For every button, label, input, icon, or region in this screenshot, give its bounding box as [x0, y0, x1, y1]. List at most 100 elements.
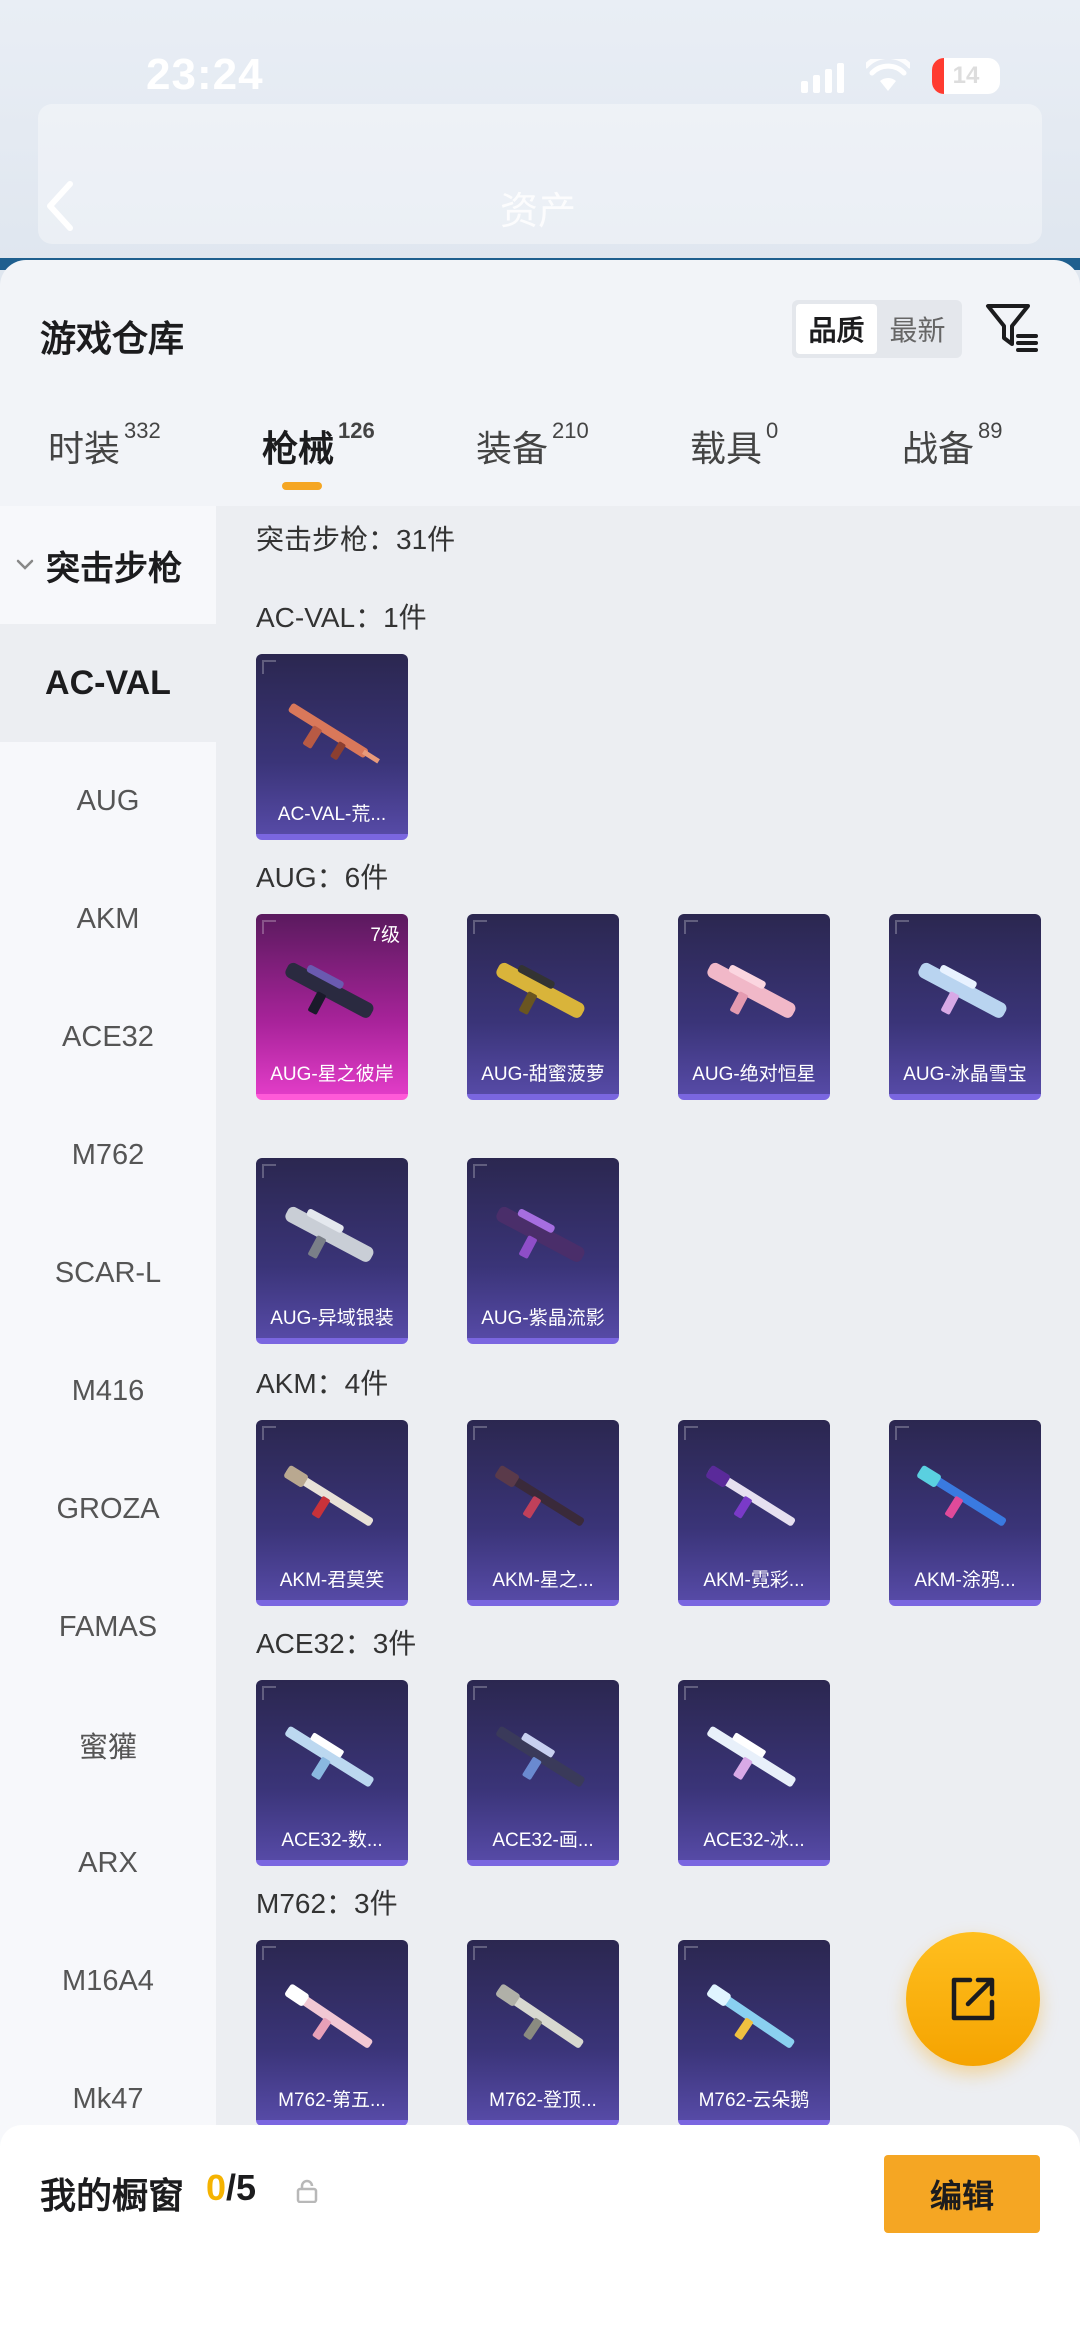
wifi-icon: [866, 59, 910, 91]
weapon-card[interactable]: AC-VAL-荒...: [256, 654, 408, 840]
tab-equipment[interactable]: 装备 210: [476, 418, 589, 472]
tab-count: 0: [766, 418, 779, 443]
gun-icon: [917, 1465, 1007, 1526]
tab-fashion[interactable]: 时装 332: [48, 418, 161, 472]
sidebar-item-m416[interactable]: M416: [0, 1332, 216, 1450]
battery-level: 14: [952, 62, 980, 89]
sidebar-item-m762[interactable]: M762: [0, 1096, 216, 1214]
tab-label: 装备: [476, 428, 549, 469]
sidebar-group-label: 突击步枪: [46, 549, 182, 588]
signal-icon: [801, 59, 844, 93]
weapon-card[interactable]: ACE32-画...: [467, 1680, 619, 1866]
weapon-card[interactable]: M762-登顶...: [467, 1940, 619, 2126]
gun-icon: [284, 1465, 374, 1526]
tab-count: 89: [978, 418, 1003, 443]
weapon-sidebar: 突击步枪 AC-VAL AUG AKM ACE32 M762 SCAR-L M4…: [0, 506, 216, 2306]
weapon-name: AUG-星之彼岸: [270, 1064, 394, 1085]
weapon-name: M762-登顶...: [489, 2090, 597, 2111]
gun-icon: [495, 1465, 585, 1526]
category-label: ACE32：3件: [256, 1628, 417, 1659]
battery-icon: 14: [932, 58, 1000, 94]
tab-label: 战备: [902, 428, 975, 469]
weapon-name: M762-云朵鹅: [698, 2090, 810, 2111]
gun-icon: [496, 1206, 585, 1262]
weapon-card[interactable]: ACE32-数...: [256, 1680, 408, 1866]
weapon-name: AUG-甜蜜菠萝: [481, 1064, 605, 1085]
weapon-name: AKM-君莫笑: [279, 1570, 385, 1591]
lock-icon: [296, 2179, 318, 2203]
weapon-card[interactable]: M762-云朵鹅: [678, 1940, 830, 2126]
sidebar-item-famas[interactable]: FAMAS: [0, 1568, 216, 1686]
sidebar-item-scar-l[interactable]: SCAR-L: [0, 1214, 216, 1332]
weapon-name: AC-VAL-荒...: [277, 804, 387, 825]
weapon-name: ACE32-数...: [281, 1830, 383, 1851]
tab-supplies[interactable]: 战备 89: [902, 418, 1003, 472]
sidebar-group-assault-rifles[interactable]: 突击步枪: [0, 506, 216, 624]
weapon-level: 7级: [370, 925, 400, 946]
category-label: M762：3件: [256, 1888, 398, 1919]
tab-label: 载具: [690, 428, 763, 469]
gun-icon: [706, 1465, 796, 1526]
gun-icon: [707, 1984, 795, 2048]
tab-vehicles[interactable]: 载具 0: [690, 418, 779, 472]
weapon-name: ACE32-画...: [492, 1830, 594, 1851]
status-time: 23:24: [146, 50, 264, 99]
sidebar-item-ac-val[interactable]: AC-VAL: [0, 624, 216, 742]
weapon-card[interactable]: AKM-霓彩...: [678, 1420, 830, 1606]
gun-icon: [496, 962, 585, 1018]
back-arrow-icon[interactable]: [40, 178, 80, 234]
tab-active-indicator: [282, 482, 322, 490]
category-tabs: 时装 332 枪械 126 装备 210 载具 0 战备 89: [0, 418, 1080, 500]
sidebar-item-m16a4[interactable]: M16A4: [0, 1922, 216, 2040]
sort-option-quality[interactable]: 品质: [796, 304, 877, 354]
weapon-card[interactable]: M762-第五...: [256, 1940, 408, 2126]
weapon-card[interactable]: AUG-异域银装: [256, 1158, 408, 1344]
status-icons: 14: [801, 58, 1000, 94]
gun-icon: [707, 962, 796, 1018]
sidebar-item-akm[interactable]: AKM: [0, 860, 216, 978]
weapon-name: AUG-异域银装: [270, 1308, 394, 1329]
gun-icon: [918, 962, 1007, 1018]
showcase-bar: 我的橱窗 0/5 编辑: [0, 2125, 1080, 2347]
gun-icon: [496, 1726, 585, 1787]
gun-icon: [285, 1206, 374, 1262]
tab-count: 126: [338, 418, 375, 443]
weapon-name: M762-第五...: [278, 2090, 386, 2111]
weapon-card[interactable]: AKM-涂鸦...: [889, 1420, 1041, 1606]
content-heading: 突击步枪：31件: [256, 524, 456, 555]
sort-toggle: 品质 最新: [792, 300, 962, 358]
weapon-name: AUG-绝对恒星: [692, 1064, 816, 1085]
tab-label: 枪械: [262, 428, 335, 469]
gun-icon: [285, 1984, 373, 2048]
sidebar-item-arx[interactable]: ARX: [0, 1804, 216, 1922]
sidebar-item-aug[interactable]: AUG: [0, 742, 216, 860]
weapon-name: AKM-霓彩...: [703, 1570, 805, 1591]
chevron-down-icon: [16, 559, 34, 570]
tab-label: 时装: [48, 428, 121, 469]
weapon-card[interactable]: AUG-冰晶雪宝: [889, 914, 1041, 1100]
weapon-card[interactable]: AUG-紫晶流影: [467, 1158, 619, 1344]
gun-icon: [707, 1726, 796, 1787]
tab-guns[interactable]: 枪械 126: [262, 418, 375, 490]
weapon-card[interactable]: AKM-君莫笑: [256, 1420, 408, 1606]
share-button[interactable]: [906, 1932, 1040, 2066]
category-label: AC-VAL：1件: [256, 602, 427, 633]
sidebar-item-honey-badger[interactable]: 蜜獾: [0, 1686, 216, 1804]
weapon-name: AUG-紫晶流影: [481, 1308, 605, 1329]
weapon-name: AKM-星之...: [492, 1570, 594, 1591]
weapon-card[interactable]: AUG-绝对恒星: [678, 914, 830, 1100]
filter-icon[interactable]: [982, 298, 1040, 356]
showcase-count: 0/5: [206, 2167, 256, 2209]
weapon-card[interactable]: 7级 AUG-星之彼岸: [256, 914, 408, 1100]
weapon-card[interactable]: AUG-甜蜜菠萝: [467, 914, 619, 1100]
sidebar-item-ace32[interactable]: ACE32: [0, 978, 216, 1096]
showcase-total: /5: [226, 2167, 257, 2208]
weapon-card[interactable]: AKM-星之...: [467, 1420, 619, 1606]
gun-icon: [288, 703, 380, 764]
gun-icon: [496, 1984, 584, 2048]
sidebar-item-groza[interactable]: GROZA: [0, 1450, 216, 1568]
edit-button[interactable]: 编辑: [884, 2155, 1040, 2233]
sort-option-latest[interactable]: 最新: [877, 304, 958, 354]
weapon-card[interactable]: ACE32-冰...: [678, 1680, 830, 1866]
warehouse-sheet: 游戏仓库 品质 最新 时装 332 枪械 126 装备 210 载具 0 战备 89: [0, 260, 1080, 2347]
